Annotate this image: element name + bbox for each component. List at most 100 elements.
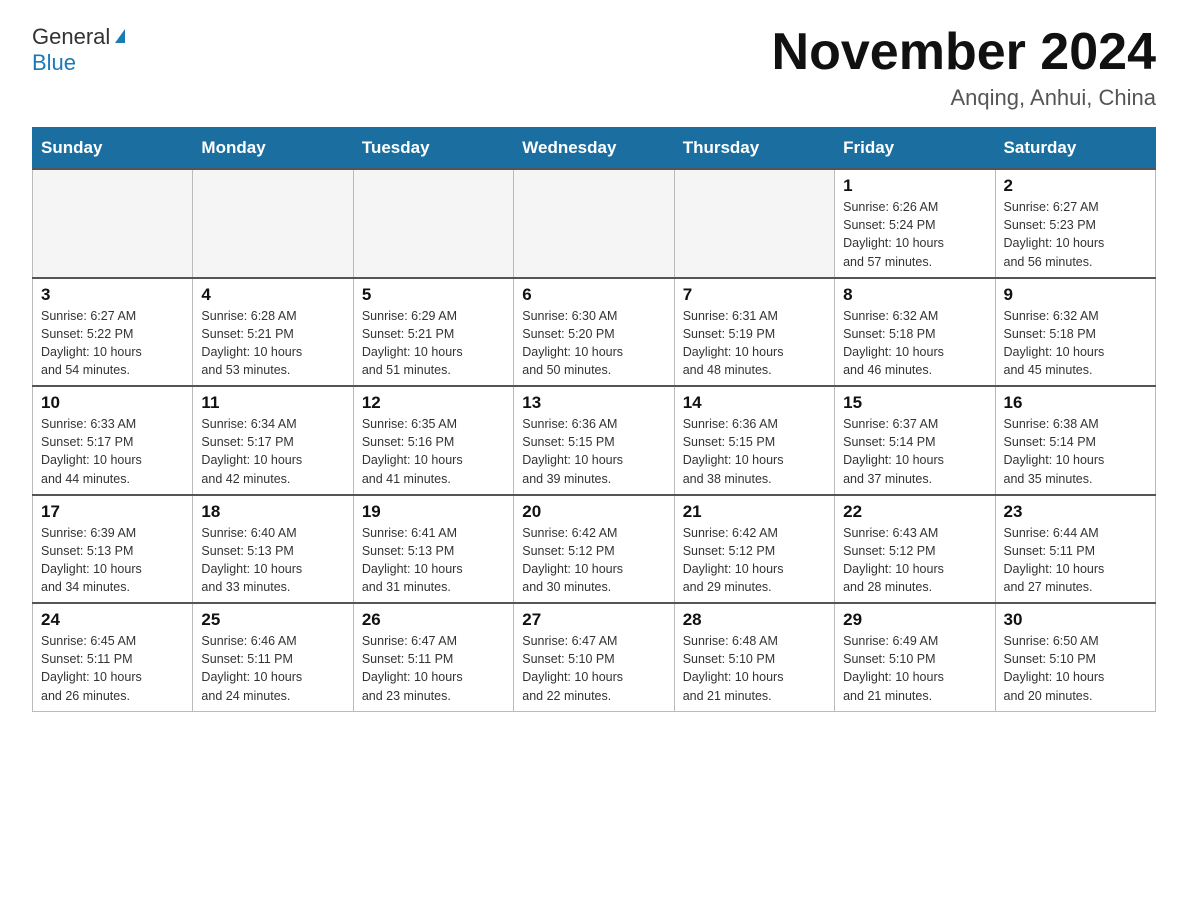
calendar-subtitle: Anqing, Anhui, China <box>772 85 1156 111</box>
logo: General Blue <box>32 24 125 77</box>
weekday-header-wednesday: Wednesday <box>514 128 674 170</box>
calendar-title: November 2024 <box>772 24 1156 81</box>
day-number: 11 <box>201 393 344 413</box>
day-number: 19 <box>362 502 505 522</box>
day-info: Sunrise: 6:30 AM Sunset: 5:20 PM Dayligh… <box>522 307 665 380</box>
day-number: 27 <box>522 610 665 630</box>
calendar-cell: 30Sunrise: 6:50 AM Sunset: 5:10 PM Dayli… <box>995 603 1155 711</box>
calendar-cell: 9Sunrise: 6:32 AM Sunset: 5:18 PM Daylig… <box>995 278 1155 387</box>
calendar-cell: 11Sunrise: 6:34 AM Sunset: 5:17 PM Dayli… <box>193 386 353 495</box>
day-info: Sunrise: 6:37 AM Sunset: 5:14 PM Dayligh… <box>843 415 986 488</box>
calendar-cell: 29Sunrise: 6:49 AM Sunset: 5:10 PM Dayli… <box>835 603 995 711</box>
day-number: 21 <box>683 502 826 522</box>
day-number: 10 <box>41 393 184 413</box>
calendar-cell: 24Sunrise: 6:45 AM Sunset: 5:11 PM Dayli… <box>33 603 193 711</box>
day-info: Sunrise: 6:29 AM Sunset: 5:21 PM Dayligh… <box>362 307 505 380</box>
calendar-cell: 25Sunrise: 6:46 AM Sunset: 5:11 PM Dayli… <box>193 603 353 711</box>
day-info: Sunrise: 6:42 AM Sunset: 5:12 PM Dayligh… <box>683 524 826 597</box>
calendar-cell: 5Sunrise: 6:29 AM Sunset: 5:21 PM Daylig… <box>353 278 513 387</box>
day-info: Sunrise: 6:39 AM Sunset: 5:13 PM Dayligh… <box>41 524 184 597</box>
day-number: 9 <box>1004 285 1147 305</box>
day-number: 30 <box>1004 610 1147 630</box>
day-number: 23 <box>1004 502 1147 522</box>
week-row-5: 24Sunrise: 6:45 AM Sunset: 5:11 PM Dayli… <box>33 603 1156 711</box>
day-number: 4 <box>201 285 344 305</box>
calendar-header-row: SundayMondayTuesdayWednesdayThursdayFrid… <box>33 128 1156 170</box>
day-info: Sunrise: 6:45 AM Sunset: 5:11 PM Dayligh… <box>41 632 184 705</box>
day-info: Sunrise: 6:36 AM Sunset: 5:15 PM Dayligh… <box>522 415 665 488</box>
day-info: Sunrise: 6:43 AM Sunset: 5:12 PM Dayligh… <box>843 524 986 597</box>
day-number: 29 <box>843 610 986 630</box>
calendar-cell: 4Sunrise: 6:28 AM Sunset: 5:21 PM Daylig… <box>193 278 353 387</box>
weekday-header-tuesday: Tuesday <box>353 128 513 170</box>
calendar-cell: 3Sunrise: 6:27 AM Sunset: 5:22 PM Daylig… <box>33 278 193 387</box>
calendar-cell: 1Sunrise: 6:26 AM Sunset: 5:24 PM Daylig… <box>835 169 995 278</box>
calendar-cell: 19Sunrise: 6:41 AM Sunset: 5:13 PM Dayli… <box>353 495 513 604</box>
calendar-cell <box>353 169 513 278</box>
day-info: Sunrise: 6:27 AM Sunset: 5:23 PM Dayligh… <box>1004 198 1147 271</box>
calendar-cell: 22Sunrise: 6:43 AM Sunset: 5:12 PM Dayli… <box>835 495 995 604</box>
day-info: Sunrise: 6:42 AM Sunset: 5:12 PM Dayligh… <box>522 524 665 597</box>
calendar-cell: 27Sunrise: 6:47 AM Sunset: 5:10 PM Dayli… <box>514 603 674 711</box>
day-info: Sunrise: 6:32 AM Sunset: 5:18 PM Dayligh… <box>843 307 986 380</box>
day-number: 13 <box>522 393 665 413</box>
calendar-cell <box>33 169 193 278</box>
calendar-cell: 15Sunrise: 6:37 AM Sunset: 5:14 PM Dayli… <box>835 386 995 495</box>
calendar-cell: 10Sunrise: 6:33 AM Sunset: 5:17 PM Dayli… <box>33 386 193 495</box>
calendar-cell: 13Sunrise: 6:36 AM Sunset: 5:15 PM Dayli… <box>514 386 674 495</box>
calendar-cell <box>193 169 353 278</box>
day-info: Sunrise: 6:31 AM Sunset: 5:19 PM Dayligh… <box>683 307 826 380</box>
calendar-cell: 16Sunrise: 6:38 AM Sunset: 5:14 PM Dayli… <box>995 386 1155 495</box>
day-number: 24 <box>41 610 184 630</box>
day-number: 28 <box>683 610 826 630</box>
calendar-cell: 26Sunrise: 6:47 AM Sunset: 5:11 PM Dayli… <box>353 603 513 711</box>
calendar-cell: 17Sunrise: 6:39 AM Sunset: 5:13 PM Dayli… <box>33 495 193 604</box>
calendar-table: SundayMondayTuesdayWednesdayThursdayFrid… <box>32 127 1156 712</box>
day-number: 26 <box>362 610 505 630</box>
day-number: 12 <box>362 393 505 413</box>
weekday-header-thursday: Thursday <box>674 128 834 170</box>
week-row-3: 10Sunrise: 6:33 AM Sunset: 5:17 PM Dayli… <box>33 386 1156 495</box>
calendar-cell: 12Sunrise: 6:35 AM Sunset: 5:16 PM Dayli… <box>353 386 513 495</box>
day-info: Sunrise: 6:34 AM Sunset: 5:17 PM Dayligh… <box>201 415 344 488</box>
day-info: Sunrise: 6:35 AM Sunset: 5:16 PM Dayligh… <box>362 415 505 488</box>
calendar-cell: 7Sunrise: 6:31 AM Sunset: 5:19 PM Daylig… <box>674 278 834 387</box>
calendar-cell: 14Sunrise: 6:36 AM Sunset: 5:15 PM Dayli… <box>674 386 834 495</box>
day-info: Sunrise: 6:32 AM Sunset: 5:18 PM Dayligh… <box>1004 307 1147 380</box>
day-number: 25 <box>201 610 344 630</box>
calendar-cell: 18Sunrise: 6:40 AM Sunset: 5:13 PM Dayli… <box>193 495 353 604</box>
day-number: 7 <box>683 285 826 305</box>
calendar-cell: 21Sunrise: 6:42 AM Sunset: 5:12 PM Dayli… <box>674 495 834 604</box>
weekday-header-saturday: Saturday <box>995 128 1155 170</box>
day-info: Sunrise: 6:46 AM Sunset: 5:11 PM Dayligh… <box>201 632 344 705</box>
calendar-cell: 8Sunrise: 6:32 AM Sunset: 5:18 PM Daylig… <box>835 278 995 387</box>
day-info: Sunrise: 6:28 AM Sunset: 5:21 PM Dayligh… <box>201 307 344 380</box>
day-info: Sunrise: 6:47 AM Sunset: 5:10 PM Dayligh… <box>522 632 665 705</box>
day-info: Sunrise: 6:27 AM Sunset: 5:22 PM Dayligh… <box>41 307 184 380</box>
weekday-header-monday: Monday <box>193 128 353 170</box>
day-number: 14 <box>683 393 826 413</box>
day-number: 20 <box>522 502 665 522</box>
day-info: Sunrise: 6:41 AM Sunset: 5:13 PM Dayligh… <box>362 524 505 597</box>
day-number: 2 <box>1004 176 1147 196</box>
day-info: Sunrise: 6:48 AM Sunset: 5:10 PM Dayligh… <box>683 632 826 705</box>
calendar-cell: 2Sunrise: 6:27 AM Sunset: 5:23 PM Daylig… <box>995 169 1155 278</box>
calendar-cell <box>674 169 834 278</box>
title-block: November 2024 Anqing, Anhui, China <box>772 24 1156 111</box>
week-row-4: 17Sunrise: 6:39 AM Sunset: 5:13 PM Dayli… <box>33 495 1156 604</box>
day-number: 22 <box>843 502 986 522</box>
day-number: 6 <box>522 285 665 305</box>
week-row-1: 1Sunrise: 6:26 AM Sunset: 5:24 PM Daylig… <box>33 169 1156 278</box>
day-info: Sunrise: 6:40 AM Sunset: 5:13 PM Dayligh… <box>201 524 344 597</box>
day-number: 1 <box>843 176 986 196</box>
day-number: 17 <box>41 502 184 522</box>
day-number: 5 <box>362 285 505 305</box>
day-info: Sunrise: 6:38 AM Sunset: 5:14 PM Dayligh… <box>1004 415 1147 488</box>
day-number: 18 <box>201 502 344 522</box>
day-number: 15 <box>843 393 986 413</box>
day-info: Sunrise: 6:44 AM Sunset: 5:11 PM Dayligh… <box>1004 524 1147 597</box>
day-info: Sunrise: 6:50 AM Sunset: 5:10 PM Dayligh… <box>1004 632 1147 705</box>
day-info: Sunrise: 6:26 AM Sunset: 5:24 PM Dayligh… <box>843 198 986 271</box>
day-info: Sunrise: 6:49 AM Sunset: 5:10 PM Dayligh… <box>843 632 986 705</box>
weekday-header-friday: Friday <box>835 128 995 170</box>
